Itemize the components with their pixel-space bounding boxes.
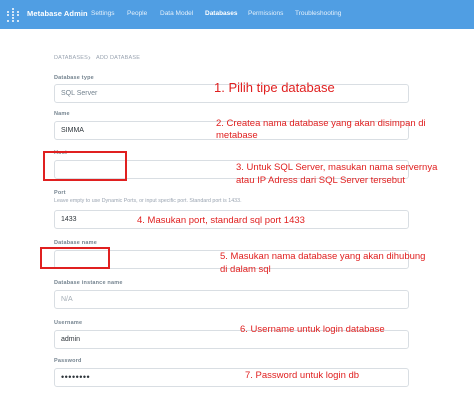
instance-label: Database instance name — [54, 280, 123, 286]
annotation-7: 7. Password untuk login db — [245, 370, 360, 381]
annotation-2-line2: metabase — [216, 130, 258, 141]
annotation-4: 4. Masukan port, standard sql port 1433 — [137, 215, 305, 226]
nav-settings[interactable]: Settings — [91, 10, 115, 17]
breadcrumb-databases[interactable]: DATABASES — [54, 55, 88, 61]
password-label: Password — [54, 358, 82, 364]
top-nav: Metabase Admin Settings People Data Mode… — [0, 0, 474, 29]
annotation-3-line2: atau IP Adress dari SQL Server tersebut — [236, 175, 405, 186]
db-type-label: Database type — [54, 75, 94, 81]
instance-field[interactable]: N/A — [54, 290, 409, 309]
annotation-3-line1: 3. Untuk SQL Server, masukan nama server… — [236, 162, 438, 173]
host-highlight-box — [43, 151, 127, 181]
metabase-logo-icon[interactable] — [7, 8, 20, 22]
breadcrumb-chevron-icon: › — [88, 53, 91, 62]
annotation-2-line1: 2. Createa nama database yang akan disim… — [216, 118, 426, 129]
annotation-6: 6. Username untuk login database — [240, 324, 385, 335]
breadcrumb-current: ADD DATABASE — [96, 55, 141, 61]
port-hint: Leave empty to use Dynamic Ports, or inp… — [54, 198, 242, 204]
nav-data-model[interactable]: Data Model — [160, 10, 193, 17]
annotation-5-line2: di dalam sql — [220, 264, 271, 275]
nav-permissions[interactable]: Permissions — [248, 10, 283, 17]
nav-databases[interactable]: Databases — [205, 10, 238, 17]
port-label: Port — [54, 190, 66, 196]
annotation-1: 1. Pilih tipe database — [214, 80, 335, 95]
brand-title: Metabase Admin — [27, 9, 88, 18]
nav-people[interactable]: People — [127, 10, 147, 17]
db-name-highlight-box — [40, 247, 110, 269]
nav-troubleshooting[interactable]: Troubleshooting — [295, 10, 341, 17]
username-label: Username — [54, 320, 83, 326]
annotation-5-line1: 5. Masukan nama database yang akan dihub… — [220, 251, 426, 262]
name-label: Name — [54, 111, 70, 117]
db-name-label: Database name — [54, 240, 97, 246]
